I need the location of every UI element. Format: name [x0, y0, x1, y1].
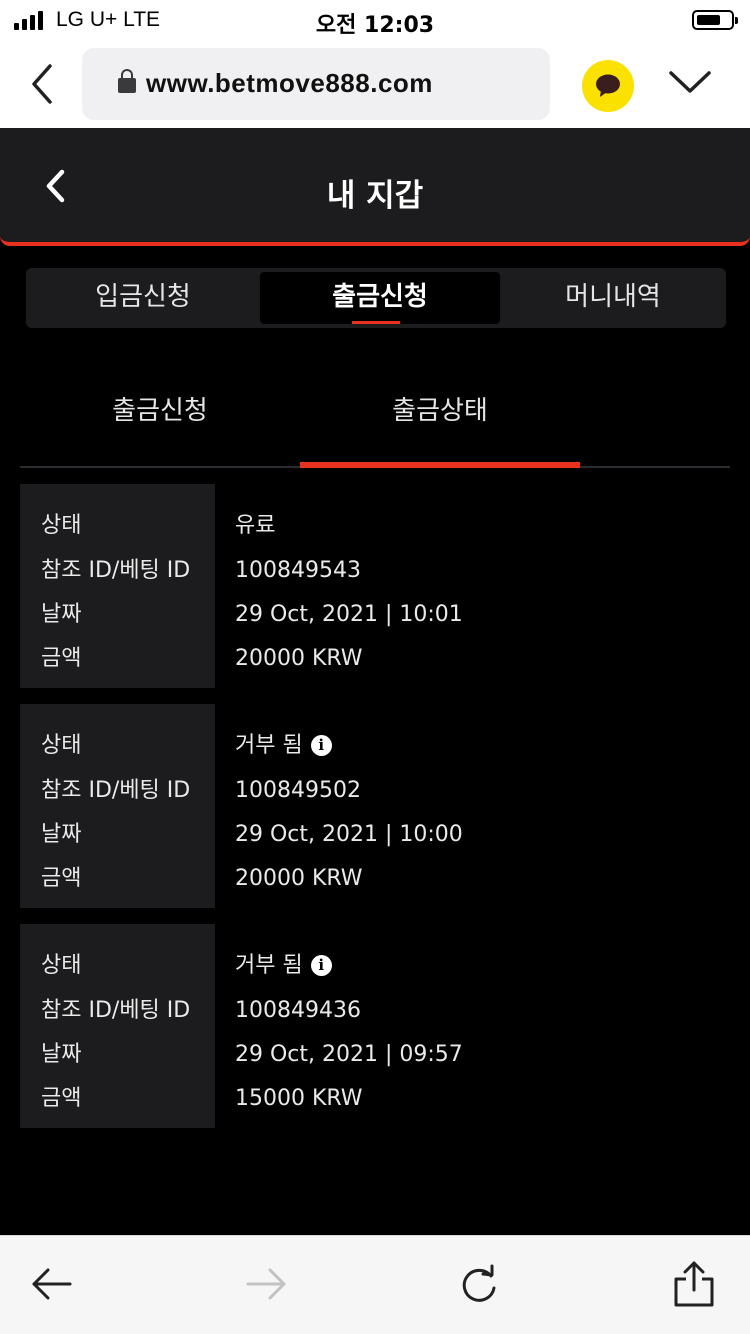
label-ref-id: 참조 ID/베팅 ID — [41, 998, 191, 1023]
browser-toolbar — [0, 1235, 750, 1334]
info-icon[interactable]: i — [310, 735, 332, 756]
tab-money-history[interactable]: 머니내역 — [500, 268, 726, 328]
url-field[interactable]: www.betmove888.com — [82, 48, 550, 120]
chevron-down-icon[interactable] — [668, 68, 712, 100]
app-header: 내 지갑 — [0, 128, 750, 246]
tab-withdraw[interactable]: 출금신청 — [260, 272, 500, 324]
subtab-withdraw-request[interactable]: 출금신청 — [60, 390, 260, 427]
withdraw-record: 상태 참조 ID/베팅 ID 날짜 금액 거부 됨 i 100849502 29 … — [20, 704, 730, 908]
label-date: 날짜 — [41, 1042, 82, 1067]
withdraw-record: 상태 참조 ID/베팅 ID 날짜 금액 거부 됨 i 100849436 29 … — [20, 924, 730, 1128]
browser-bar: www.betmove888.com — [0, 40, 750, 128]
value-date: 29 Oct, 2021 | 10:00 — [235, 822, 463, 847]
value-status: 거부 됨 — [235, 953, 303, 978]
label-amount: 금액 — [41, 866, 82, 891]
value-ref-id: 100849543 — [235, 558, 361, 583]
label-amount: 금액 — [41, 1086, 82, 1111]
label-status: 상태 — [41, 953, 82, 978]
label-ref-id: 참조 ID/베팅 ID — [41, 558, 191, 583]
value-date: 29 Oct, 2021 | 10:01 — [235, 602, 463, 627]
tab-withdraw-label: 출금신청 — [332, 282, 428, 312]
arrow-right-icon[interactable] — [244, 1266, 288, 1306]
label-status: 상태 — [41, 513, 82, 538]
subtab-withdraw-status[interactable]: 출금상태 — [340, 390, 540, 427]
share-icon[interactable] — [672, 1260, 716, 1312]
label-date: 날짜 — [41, 602, 82, 627]
active-tab-indicator — [352, 321, 400, 324]
value-amount: 20000 KRW — [235, 866, 363, 891]
withdraw-subtabs: 출금신청 출금상태 — [20, 380, 730, 468]
status-time: 오전 12:03 — [315, 13, 435, 38]
refresh-icon[interactable] — [458, 1264, 500, 1310]
value-status-wrap: 거부 됨 i — [235, 731, 332, 761]
label-status: 상태 — [41, 733, 82, 758]
page-title: 내 지갑 — [326, 178, 424, 214]
browser-back-icon[interactable] — [28, 62, 58, 106]
battery-icon — [692, 10, 738, 30]
label-ref-id: 참조 ID/베팅 ID — [41, 778, 191, 803]
value-ref-id: 100849502 — [235, 778, 361, 803]
active-subtab-indicator — [300, 462, 580, 468]
value-amount: 20000 KRW — [235, 646, 363, 671]
status-bar: LG U+ LTE 오전 12:03 — [0, 0, 750, 40]
value-status-wrap: 거부 됨 i — [235, 951, 332, 981]
url-text: www.betmove888.com — [146, 68, 433, 98]
lock-icon — [118, 69, 136, 93]
tab-deposit[interactable]: 입금신청 — [26, 268, 260, 328]
withdraw-record: 상태 참조 ID/베팅 ID 날짜 금액 유료 100849543 29 Oct… — [20, 484, 730, 688]
label-amount: 금액 — [41, 646, 82, 671]
value-ref-id: 100849436 — [235, 998, 361, 1023]
arrow-left-icon[interactable] — [30, 1266, 74, 1306]
value-status: 거부 됨 — [235, 733, 303, 758]
label-date: 날짜 — [41, 822, 82, 847]
value-amount: 15000 KRW — [235, 1086, 363, 1111]
kakaotalk-icon — [596, 74, 620, 97]
value-date: 29 Oct, 2021 | 09:57 — [235, 1042, 463, 1067]
kakaotalk-button[interactable] — [582, 60, 634, 112]
value-status: 유료 — [235, 513, 276, 538]
info-icon[interactable]: i — [310, 955, 332, 976]
wallet-tabs: 입금신청 출금신청 머니내역 — [26, 268, 726, 328]
